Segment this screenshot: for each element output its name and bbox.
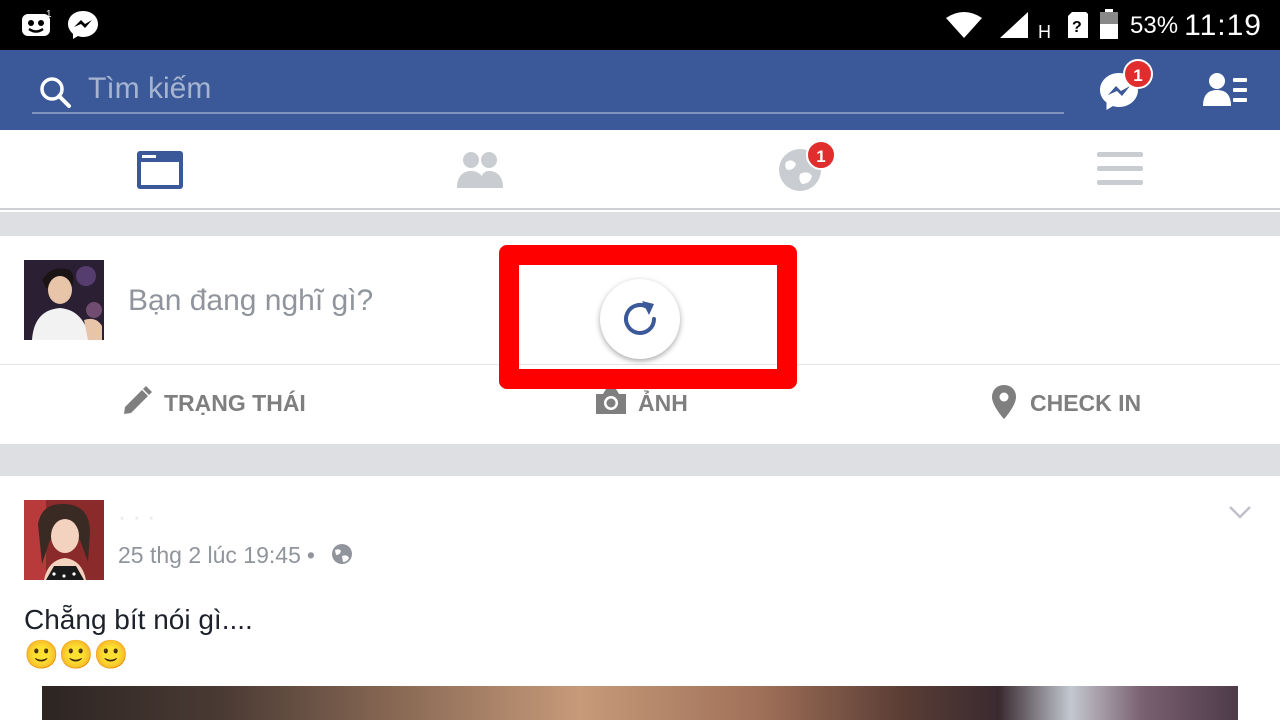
- tab-bar: 1: [0, 130, 1280, 210]
- post-image[interactable]: [42, 686, 1238, 720]
- post-timestamp[interactable]: 25 thg 2 lúc 19:45: [118, 542, 301, 568]
- chevron-down-icon[interactable]: [1228, 504, 1252, 520]
- avatar[interactable]: [24, 500, 104, 580]
- location-pin-icon: [992, 385, 1016, 419]
- friends-icon: [457, 152, 503, 188]
- checkin-action-button[interactable]: CHECK IN: [990, 385, 1150, 422]
- profile-photo: [24, 260, 104, 340]
- author-photo: [24, 500, 104, 580]
- notifications-badge: 1: [806, 140, 836, 170]
- search-icon: [40, 77, 71, 108]
- top-bar: Tìm kiếm: [0, 50, 1280, 130]
- post-meta: 25 thg 2 lúc 19:45 •: [118, 542, 321, 569]
- wifi-icon: [946, 12, 982, 38]
- sim-unknown-icon: ?: [1068, 12, 1088, 38]
- post-text: Chẵng bít nói gì....: [24, 604, 253, 635]
- battery-icon: [1100, 9, 1118, 39]
- photo-action-label: ẢNH: [638, 390, 688, 416]
- meta-separator: •: [306, 542, 315, 568]
- avatar[interactable]: [24, 260, 104, 340]
- feed-post: · · · 25 thg 2 lúc 19:45 • Chẵng bít nói …: [0, 476, 1280, 720]
- post-author-name[interactable]: · · ·: [118, 504, 155, 532]
- refresh-button[interactable]: [600, 279, 680, 359]
- feed-separator: [0, 444, 1280, 476]
- svg-text:1: 1: [46, 9, 52, 20]
- menu-icon: [1097, 152, 1143, 185]
- clock: 11:19: [1184, 9, 1262, 42]
- pencil-icon: [124, 386, 152, 414]
- assistant-icon: 1: [22, 9, 52, 36]
- refresh-icon: [624, 301, 656, 335]
- news-feed-icon: [137, 151, 183, 189]
- battery-percent: 53%: [1130, 12, 1179, 39]
- status-action-label: TRẠNG THÁI: [164, 390, 306, 416]
- feed-separator: [0, 212, 1280, 236]
- tab-notifications[interactable]: [640, 130, 960, 210]
- tab-more[interactable]: [960, 130, 1280, 210]
- composer-prompt[interactable]: Bạn đang nghĩ gì?: [128, 284, 373, 318]
- status-bar: 1 H ? 53% 11:19: [0, 0, 1280, 50]
- status-action-button[interactable]: TRẠNG THÁI: [122, 386, 322, 422]
- tab-friend-requests[interactable]: [320, 130, 640, 210]
- contacts-icon: [1203, 73, 1247, 106]
- svg-text:?: ?: [1072, 19, 1082, 36]
- privacy-globe-icon: [332, 544, 352, 564]
- contacts-button[interactable]: [1203, 72, 1249, 113]
- network-type: H: [1038, 22, 1051, 42]
- photo-action-button[interactable]: ẢNH: [594, 386, 704, 422]
- tab-news-feed[interactable]: [0, 130, 320, 210]
- post-emoji: 🙂🙂🙂: [24, 639, 129, 670]
- camera-icon: [596, 389, 626, 414]
- messenger-notification-icon: [68, 11, 98, 39]
- signal-icon: [1000, 12, 1028, 38]
- search-input[interactable]: Tìm kiếm: [32, 68, 1064, 114]
- checkin-action-label: CHECK IN: [1030, 390, 1142, 416]
- messenger-badge: 1: [1123, 59, 1153, 89]
- search-placeholder: Tìm kiếm: [88, 72, 212, 105]
